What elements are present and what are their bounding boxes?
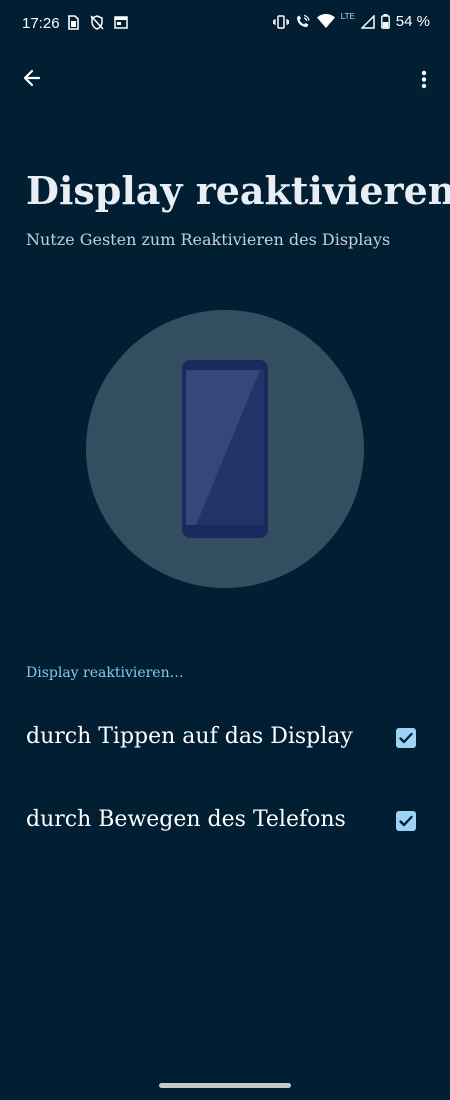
- network-type: LTE: [340, 12, 355, 21]
- phone-icon: [182, 360, 268, 538]
- status-bar: 17:26 LTE 54 %: [0, 0, 450, 48]
- setting-row-move-phone[interactable]: durch Bewegen des Telefons: [0, 791, 450, 851]
- more-options-button[interactable]: [408, 58, 440, 94]
- page-title: Display reaktivieren: [26, 168, 450, 213]
- setting-label: durch Bewegen des Telefons: [26, 807, 346, 832]
- check-icon: [399, 732, 413, 744]
- phone-screen-shine: [186, 370, 260, 525]
- page-subtitle: Nutze Gesten zum Reaktivieren des Displa…: [26, 230, 391, 249]
- calendar-icon: [114, 16, 128, 29]
- wifi-icon: [316, 14, 335, 28]
- wifi-calling-icon: [296, 14, 310, 27]
- section-header: Display reaktivieren…: [26, 665, 184, 681]
- battery-level: 54 %: [395, 13, 430, 30]
- shield-off-icon: [90, 15, 104, 30]
- status-right-icons: LTE 54 %: [272, 12, 430, 30]
- gesture-nav-handle[interactable]: [159, 1083, 291, 1088]
- app-bar: [0, 54, 450, 98]
- sim-icon: [68, 15, 79, 30]
- more-vert-icon: [421, 70, 427, 89]
- move-phone-checkbox[interactable]: [396, 811, 416, 831]
- signal-icon: [360, 14, 375, 29]
- vibrate-icon: [272, 14, 289, 29]
- check-icon: [399, 815, 413, 827]
- back-button[interactable]: [14, 58, 50, 94]
- status-time: 17:26: [22, 15, 60, 32]
- battery-icon: [380, 14, 390, 29]
- illustration-circle: [86, 310, 364, 588]
- phone-screen: [186, 370, 264, 525]
- status-left-icons: [66, 15, 128, 30]
- arrow-left-icon: [23, 69, 41, 87]
- setting-label: durch Tippen auf das Display: [26, 724, 353, 749]
- tap-display-checkbox[interactable]: [396, 728, 416, 748]
- setting-row-tap-display[interactable]: durch Tippen auf das Display: [0, 708, 450, 768]
